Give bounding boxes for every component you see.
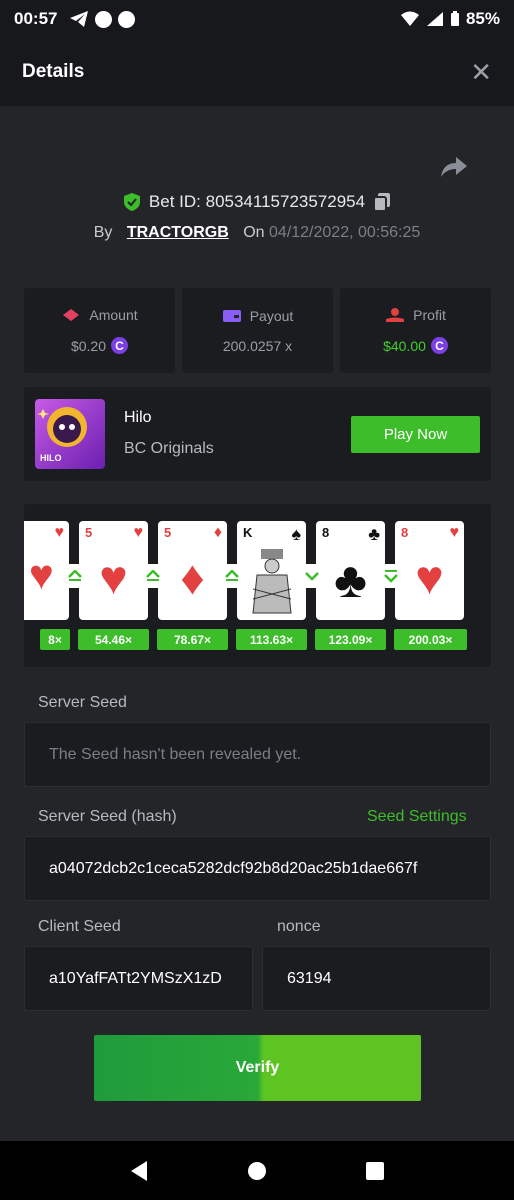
amount-stat: Amount $0.20 C [24,288,175,373]
wifi-icon [400,11,419,26]
on-label: On [243,224,265,241]
payout-label: Payout [249,307,294,324]
android-nav-bar [0,1141,514,1200]
battery-icon [450,11,459,26]
heart-icon: ♥ [54,524,65,541]
game-provider: BC Originals [124,440,214,457]
wallet-icon [222,309,241,322]
multiplier-badge: 113.63× [236,629,307,650]
lower-arrow-icon [301,564,323,588]
bet-id: Bet ID: 80534115723572954 [148,192,366,211]
multiplier-badge: 8× [40,629,70,650]
hand-coin-icon [386,308,405,322]
recents-icon[interactable] [365,1161,385,1181]
card-rank: 5 [85,525,93,540]
heart-icon: ♥ [415,552,444,605]
game-card: HILO Hilo BC Originals Play Now [24,387,491,481]
signal-icon [426,12,443,26]
server-seed-hash-field[interactable]: a04072dcb2c1ceca5282dcf92b8d20ac25b1dae6… [24,836,491,901]
client-seed-field[interactable]: a10YafFATt2YMSzX1zD [24,946,253,1011]
playing-card: ♥ ♥ [24,521,69,620]
bet-stats: Amount $0.20 C Payout 200.0257 x Profit … [24,288,491,373]
server-seed-value: The Seed hasn't been revealed yet. [49,745,302,763]
amount-value: $0.20 [70,337,107,354]
club-icon: ♣ [334,552,367,608]
heart-icon: ♥ [133,524,144,541]
copy-icon[interactable] [373,192,391,212]
card-rank: 8 [401,525,409,540]
club-icon: ♣ [368,524,380,544]
profit-value: $40.00 [383,337,426,354]
server-seed-hash-label: Server Seed (hash) [38,808,177,825]
back-icon[interactable] [129,1160,149,1182]
coin-icon: C [430,337,448,354]
notification-dot-icon [95,10,113,28]
heart-icon: ♥ [99,552,128,605]
money-bag-icon [63,309,80,321]
king-figure-icon [251,549,292,614]
diamond-icon: ♦ [213,524,222,541]
coin-icon: C [111,337,129,354]
page-title: Details [22,61,85,82]
status-bar: 00:57 85% [0,0,514,38]
playing-card: 8 ♥ ♥ [395,521,464,620]
share-icon[interactable] [440,155,468,179]
nonce-label: nonce [277,918,321,935]
higher-arrow-icon [142,564,164,588]
details-header: Details ✕ [0,38,514,106]
playing-card: K ♠ [237,521,306,620]
heart-icon: ♥ [449,524,460,541]
bet-byline: By TRACTORGB On 04/12/2022, 00:56:25 [0,224,514,242]
nonce-value: 63194 [287,969,332,987]
payout-stat: Payout 200.0257 x [182,288,333,373]
home-icon[interactable] [247,1161,267,1181]
amount-label: Amount [89,307,138,323]
server-seed-field: The Seed hasn't been revealed yet. [24,722,491,787]
verify-button[interactable]: Verify [94,1035,421,1101]
multiplier-badge: 123.09× [315,629,386,650]
bet-id-row: Bet ID: 80534115723572954 [0,192,514,212]
diamond-icon: ♦ [180,552,205,605]
lower-equal-arrow-icon [380,564,402,588]
playing-card: 5 ♥ ♥ [79,521,148,620]
notification-dot-icon [118,10,136,28]
hilo-thumbnail[interactable]: HILO [35,399,105,469]
play-now-button[interactable]: Play Now [351,416,480,453]
profit-label: Profit [413,307,446,323]
game-name: Hilo [124,409,152,426]
card-rank: K [243,525,253,540]
client-seed-label: Client Seed [38,918,121,935]
seed-settings-link[interactable]: Seed Settings [367,808,467,826]
payout-value: 200.0257 x [222,337,293,354]
playing-card: 5 ♦ ♦ [158,521,227,620]
bet-user-link[interactable]: TRACTORGB [127,224,229,241]
multiplier-badge: 54.46× [78,629,149,650]
battery-percent: 85% [465,9,500,28]
multiplier-badge: 200.03× [394,629,467,650]
heart-icon: ♥ [28,551,54,598]
higher-arrow-icon [64,564,86,588]
card-rank: 8 [322,525,330,540]
playing-card: 8 ♣ ♣ [316,521,385,620]
close-icon[interactable]: ✕ [470,57,492,88]
status-time: 00:57 [14,9,58,28]
multiplier-badge: 78.67× [157,629,228,650]
spade-icon: ♠ [291,524,301,544]
nonce-field[interactable]: 63194 [262,946,491,1011]
higher-arrow-icon [221,564,243,588]
server-seed-hash-value: a04072dcb2c1ceca5282dcf92b8d20ac25b1dae6… [49,859,418,877]
bet-date: 04/12/2022, 00:56:25 [269,224,421,241]
client-seed-value: a10YafFATt2YMSzX1zD [49,969,222,987]
card-history: ♥ ♥ 5 ♥ ♥ 5 ♦ ♦ K ♠ 8 ♣ ♣ 8 ♥ ♥ 8× 54.46… [24,504,491,667]
server-seed-label: Server Seed [38,694,127,711]
card-rank: 5 [164,525,172,540]
by-label: By [93,224,113,241]
verified-shield-icon [123,193,140,211]
telegram-icon [70,11,89,27]
profit-stat: Profit $40.00 C [340,288,491,373]
thumbnail-label: HILO [40,453,62,463]
